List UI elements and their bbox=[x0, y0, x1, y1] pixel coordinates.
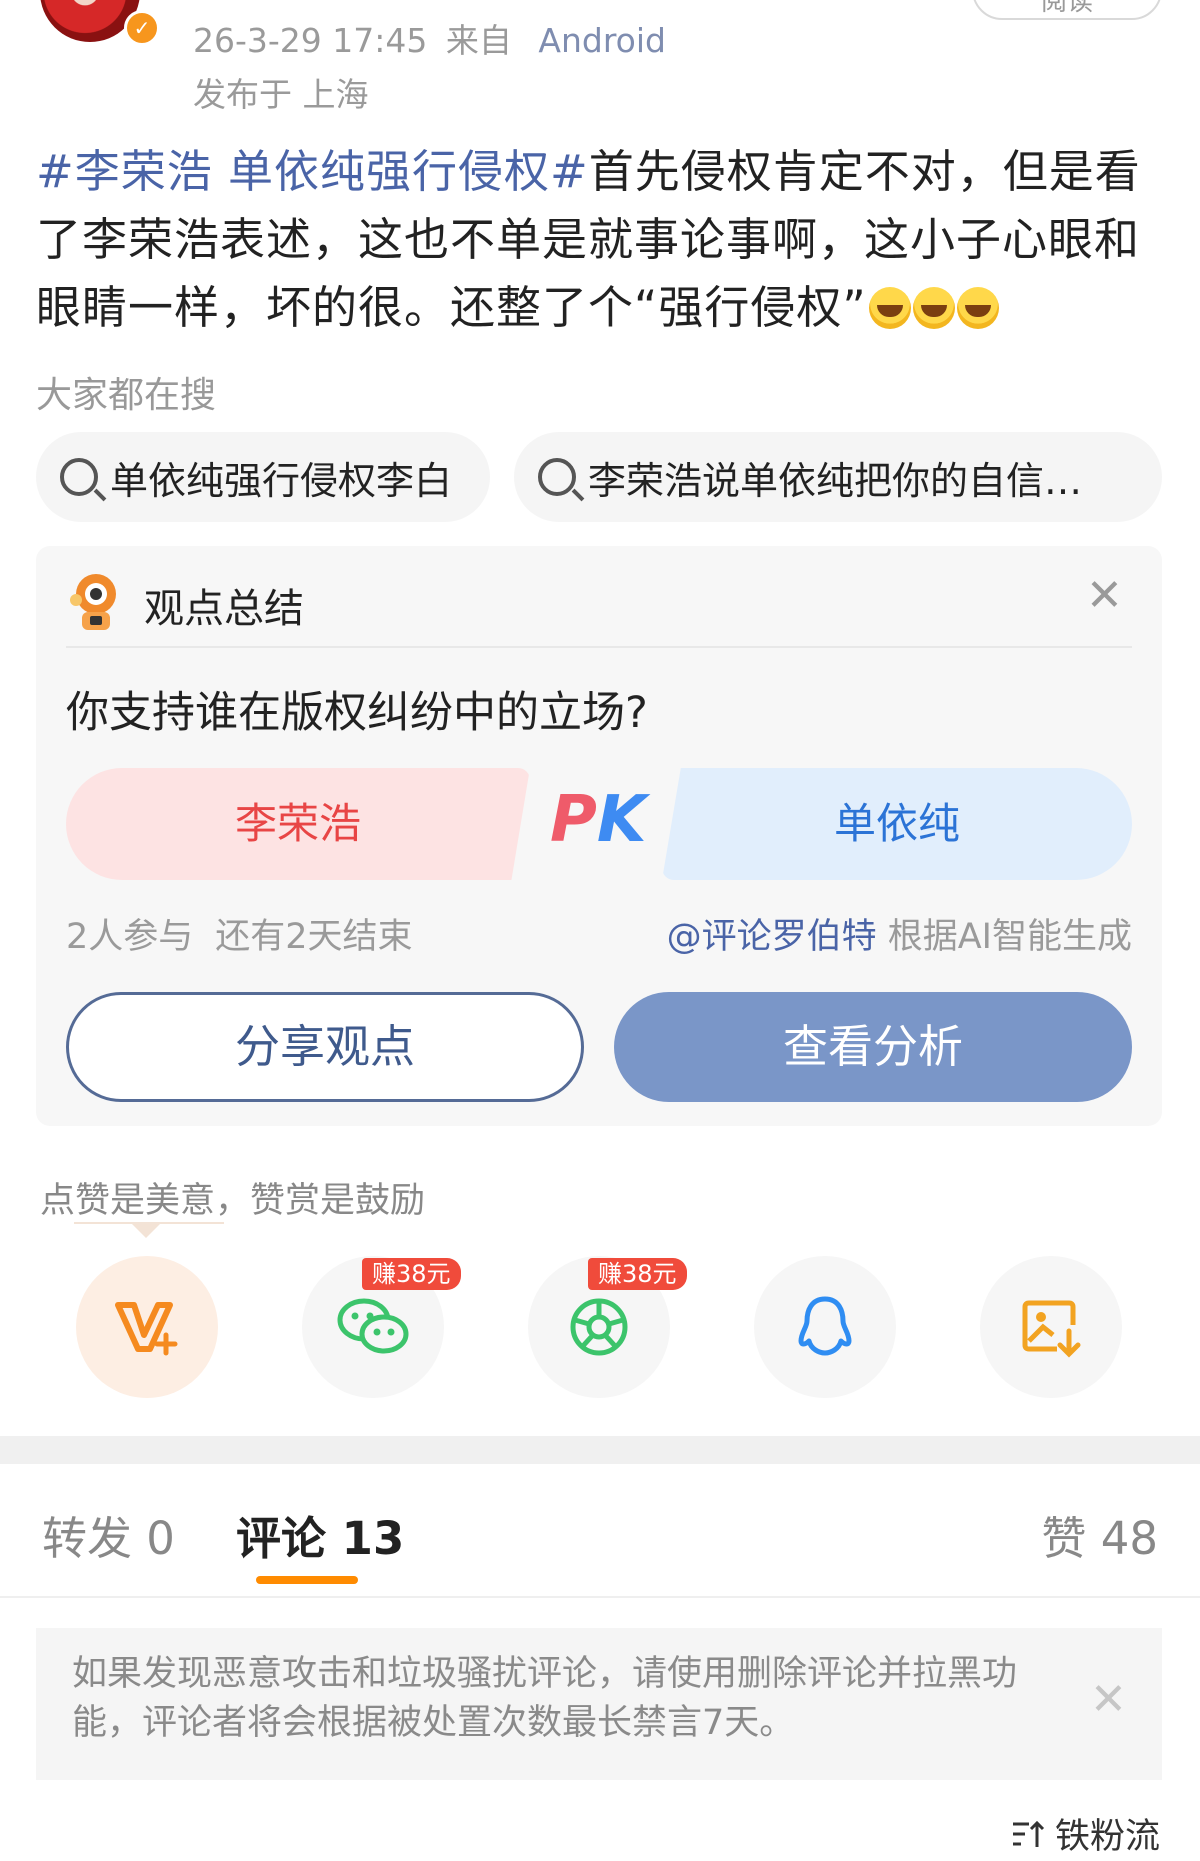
share-qq-button[interactable] bbox=[754, 1256, 896, 1398]
moderation-notice: 如果发现恶意攻击和垃圾骚扰评论，请使用删除评论并拉黑功能，评论者将会根据被处置次… bbox=[36, 1628, 1162, 1780]
vote-deadline: 还有2天结束 bbox=[215, 917, 413, 957]
tab-repost[interactable]: 转发 0 bbox=[42, 1502, 175, 1567]
sort-label: 铁粉流 bbox=[1054, 1817, 1160, 1857]
save-image-icon bbox=[1022, 1300, 1081, 1358]
hot-search-chip[interactable]: 李荣浩说单依纯把你的自信… bbox=[514, 432, 1162, 522]
reward-button[interactable] bbox=[76, 1256, 218, 1398]
viewpoint-title: 观点总结 bbox=[144, 586, 304, 632]
divider bbox=[0, 1596, 1200, 1598]
close-icon[interactable]: ✕ bbox=[1086, 574, 1123, 618]
avatar[interactable]: ✓ bbox=[40, 0, 160, 50]
notice-text: 如果发现恶意攻击和垃圾骚扰评论，请使用删除评论并拉黑功能，评论者将会根据被处置次… bbox=[72, 1654, 1018, 1743]
post-text: #李荣浩 单依纯强行侵权#首先侵权肯定不对，但是看了李荣浩表述，这也不单是就事论… bbox=[36, 138, 1166, 342]
source-prefix: 来自 bbox=[445, 21, 512, 60]
hot-search-chip-label: 李荣浩说单依纯把你的自信… bbox=[588, 458, 1083, 503]
earn-badge: 赚38元 bbox=[588, 1258, 687, 1290]
divider bbox=[66, 646, 1132, 648]
ai-note-suffix: 根据AI智能生成 bbox=[887, 917, 1132, 957]
post-source: Android bbox=[538, 21, 666, 60]
moments-icon bbox=[570, 1298, 628, 1356]
qq-icon bbox=[798, 1296, 852, 1356]
viewpoint-card: 观点总结 ✕ 你支持谁在版权纠纷中的立场? 李荣浩 PK 单依纯 2人参与 还有2… bbox=[36, 546, 1162, 1126]
ai-note: @评论罗伯特 根据AI智能生成 bbox=[667, 908, 1132, 959]
view-analysis-button[interactable]: 查看分析 bbox=[614, 992, 1132, 1102]
comment-sort-selector[interactable]: 铁粉流 bbox=[1011, 1808, 1160, 1859]
close-icon[interactable]: ✕ bbox=[1090, 1678, 1127, 1722]
reward-pointer-arrow bbox=[132, 1224, 160, 1238]
sort-icon bbox=[1012, 1820, 1045, 1847]
participants-count: 2人参与 bbox=[66, 917, 194, 957]
ai-author-link[interactable]: @评论罗伯特 bbox=[667, 917, 877, 957]
laugh-cry-emoji-icon bbox=[868, 287, 911, 329]
post-meta: 26-3-29 17:45 来自 Android bbox=[193, 14, 666, 62]
vote-option-left[interactable]: 李荣浩 bbox=[66, 768, 530, 880]
earn-badge: 赚38元 bbox=[362, 1258, 461, 1290]
viewpoint-question: 你支持谁在版权纠纷中的立场? bbox=[66, 688, 648, 738]
read-button[interactable]: 阅读 bbox=[972, 0, 1162, 20]
tab-like[interactable]: 赞 48 bbox=[1041, 1502, 1158, 1567]
vplus-icon bbox=[115, 1302, 178, 1356]
search-icon bbox=[60, 458, 98, 496]
search-icon bbox=[538, 458, 576, 496]
vote-option-right[interactable]: 单依纯 bbox=[662, 768, 1132, 880]
hot-search-title: 大家都在搜 bbox=[36, 375, 217, 416]
laugh-cry-emoji-icon bbox=[956, 287, 999, 329]
verified-badge-icon: ✓ bbox=[124, 10, 160, 46]
post-location: 发布于 上海 bbox=[193, 75, 369, 114]
post-time: 26-3-29 17:45 bbox=[193, 21, 428, 60]
pk-letter-p: P bbox=[550, 783, 597, 857]
share-viewpoint-button[interactable]: 分享观点 bbox=[66, 992, 584, 1102]
pk-letter-k: K bbox=[596, 783, 647, 857]
laugh-cry-emoji-icon bbox=[912, 287, 955, 329]
tab-active-indicator bbox=[256, 1576, 358, 1584]
hot-search-chip-label: 单依纯强行侵权李白 bbox=[110, 458, 453, 503]
pk-label: PK bbox=[550, 764, 647, 876]
save-image-button[interactable] bbox=[980, 1256, 1122, 1398]
wechat-icon bbox=[337, 1298, 409, 1354]
reward-text: 点赞是美意，赞赏是鼓励 bbox=[40, 1181, 426, 1221]
vote-stats: 2人参与 还有2天结束 bbox=[66, 908, 413, 959]
tab-comment[interactable]: 评论 13 bbox=[236, 1502, 404, 1567]
post-hashtag[interactable]: #李荣浩 单依纯强行侵权# bbox=[36, 145, 589, 198]
robot-icon bbox=[70, 574, 116, 630]
hot-search-chip[interactable]: 单依纯强行侵权李白 bbox=[36, 432, 490, 522]
section-separator bbox=[0, 1436, 1200, 1464]
